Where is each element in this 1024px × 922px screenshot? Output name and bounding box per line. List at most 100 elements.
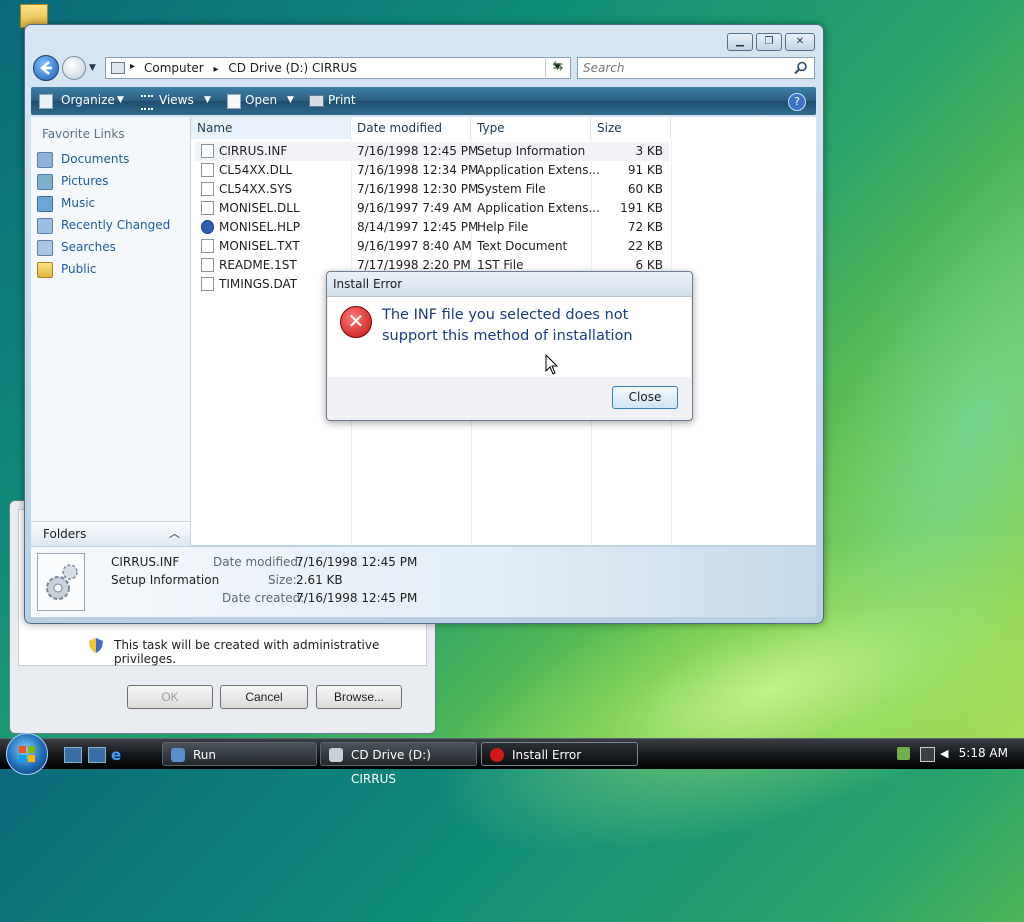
sys-file-icon: [201, 182, 214, 196]
search-icon[interactable]: [794, 61, 808, 75]
taskbar: e Run CD Drive (D:) CIRRUS Install Error…: [0, 733, 1024, 786]
file-modified: 7/17/1998 2:20 PM: [357, 258, 471, 272]
close-window-button[interactable]: ✕: [785, 33, 815, 51]
favorite-link-pictures[interactable]: Pictures: [37, 171, 187, 191]
internet-explorer-icon[interactable]: e: [111, 746, 121, 764]
clock[interactable]: 5:18 AM: [959, 746, 1008, 760]
file-modified: 9/16/1997 8:40 AM: [357, 239, 472, 253]
generic-file-icon: [201, 258, 214, 272]
file-name: CL54XX.DLL: [219, 163, 293, 177]
views-chevron-icon: ▼: [204, 95, 211, 105]
uac-shield-icon: [89, 638, 103, 653]
switch-windows-icon[interactable]: [88, 747, 106, 763]
table-row[interactable]: MONISEL.TXT 9/16/1997 8:40 AM Text Docum…: [195, 237, 669, 256]
folders-bar[interactable]: Folders ︿: [31, 521, 190, 546]
taskbar-item-label: Run: [193, 748, 217, 762]
details-size-label: Size:: [268, 573, 297, 587]
file-type: Setup Information: [477, 144, 586, 158]
recent-pages-chevron-icon[interactable]: ▼: [89, 63, 96, 73]
organize-button[interactable]: Organize: [61, 93, 115, 107]
favorite-link-recently-changed[interactable]: Recently Changed: [37, 215, 187, 235]
file-name: CL54XX.SYS: [219, 182, 293, 196]
minimize-button[interactable]: ▁: [727, 33, 753, 51]
favorite-link-music[interactable]: Music: [37, 193, 187, 213]
open-icon: [227, 94, 241, 109]
details-date-created: 7/16/1998 12:45 PM: [296, 591, 418, 605]
column-header-date-modified[interactable]: Date modified: [351, 117, 471, 139]
address-bar[interactable]: ▸ Computer ▸ CD Drive (D:) CIRRUS ▼: [105, 57, 571, 79]
file-name: MONISEL.HLP: [219, 220, 300, 234]
chevron-up-icon[interactable]: ︿: [169, 525, 180, 541]
taskbar-item-label: Install Error: [512, 748, 582, 762]
favorite-link-label: Public: [61, 262, 97, 276]
admin-privileges-note: This task will be created with administr…: [114, 638, 380, 666]
favorite-link-public[interactable]: Public: [37, 259, 187, 279]
refresh-button[interactable]: ⇆: [545, 57, 570, 77]
run-icon: [171, 748, 185, 762]
start-button[interactable]: [6, 733, 48, 775]
file-modified: 7/16/1998 12:34 PM: [357, 163, 479, 177]
generic-file-icon: [201, 277, 214, 291]
taskbar-item-label: CD Drive (D:) CIRRUS: [351, 748, 431, 786]
search-box[interactable]: [577, 57, 815, 79]
network-icon[interactable]: [920, 747, 935, 762]
dialog-title: Install Error: [333, 277, 403, 291]
file-type: Application Extens...: [477, 201, 600, 215]
show-desktop-icon[interactable]: [64, 747, 82, 763]
install-error-dialog: Install Error ✕ The INF file you selecte…: [326, 271, 693, 421]
taskbar-item-run[interactable]: Run: [162, 742, 317, 766]
favorite-link-searches[interactable]: Searches: [37, 237, 187, 257]
file-size: 3 KB: [635, 144, 663, 158]
help-icon[interactable]: ?: [788, 93, 806, 111]
organize-chevron-icon: ▼: [117, 95, 124, 105]
maximize-button[interactable]: ❐: [756, 33, 782, 51]
file-modified: 7/16/1998 12:30 PM: [357, 182, 479, 196]
volume-icon[interactable]: ◀: [940, 747, 953, 760]
browse-button[interactable]: Browse...: [316, 685, 402, 709]
breadcrumb-computer[interactable]: Computer: [144, 61, 204, 75]
open-button[interactable]: Open: [245, 93, 277, 107]
forward-button[interactable]: [62, 56, 86, 80]
column-header-name[interactable]: Name: [191, 117, 351, 139]
navigation-pane: Favorite Links Documents Pictures Music …: [31, 117, 191, 545]
details-date-created-label: Date created:: [222, 591, 305, 605]
taskbar-item-install-error[interactable]: Install Error: [481, 742, 638, 766]
cancel-button[interactable]: Cancel: [220, 685, 308, 709]
print-button[interactable]: Print: [328, 93, 356, 107]
file-type: 1ST File: [477, 258, 524, 272]
dialog-body: ✕ The INF file you selected does not sup…: [328, 297, 691, 377]
gear-icon: [46, 564, 78, 600]
table-row[interactable]: CL54XX.DLL 7/16/1998 12:34 PM Applicatio…: [195, 161, 669, 180]
table-row[interactable]: CIRRUS.INF 7/16/1998 12:45 PM Setup Info…: [195, 142, 669, 161]
table-row[interactable]: MONISEL.DLL 9/16/1997 7:49 AM Applicatio…: [195, 199, 669, 218]
music-icon: [37, 196, 53, 212]
close-button[interactable]: Close: [612, 386, 678, 409]
ok-button[interactable]: OK: [127, 685, 213, 709]
details-date-modified-label: Date modified:: [213, 555, 303, 569]
printer-icon: [309, 95, 324, 107]
favorite-link-label: Documents: [61, 152, 130, 166]
dll-file-icon: [201, 201, 214, 215]
file-size: 22 KB: [627, 239, 663, 253]
text-file-icon: [201, 239, 214, 253]
views-button[interactable]: Views: [159, 93, 194, 107]
public-folder-icon: [37, 262, 53, 278]
back-button[interactable]: [33, 55, 59, 81]
details-date-modified: 7/16/1998 12:45 PM: [296, 555, 418, 569]
table-row[interactable]: CL54XX.SYS 7/16/1998 12:30 PM System Fil…: [195, 180, 669, 199]
file-name: MONISEL.TXT: [219, 239, 300, 253]
dialog-title-bar[interactable]: Install Error: [327, 272, 692, 297]
table-row[interactable]: MONISEL.HLP 8/14/1997 12:45 PM Help File…: [195, 218, 669, 237]
open-chevron-icon: ▼: [287, 95, 294, 105]
column-header-type[interactable]: Type: [471, 117, 591, 139]
dll-file-icon: [201, 163, 214, 177]
safely-remove-hardware-icon[interactable]: [897, 747, 910, 760]
column-header-size[interactable]: Size: [591, 117, 671, 139]
file-type: Help File: [477, 220, 529, 234]
breadcrumb-cd-drive[interactable]: CD Drive (D:) CIRRUS: [228, 61, 357, 75]
details-file-name: CIRRUS.INF: [111, 555, 180, 569]
favorite-link-documents[interactable]: Documents: [37, 149, 187, 169]
search-input[interactable]: [581, 59, 790, 77]
taskbar-item-cd-drive[interactable]: CD Drive (D:) CIRRUS: [320, 742, 477, 786]
organize-icon: [39, 94, 53, 109]
